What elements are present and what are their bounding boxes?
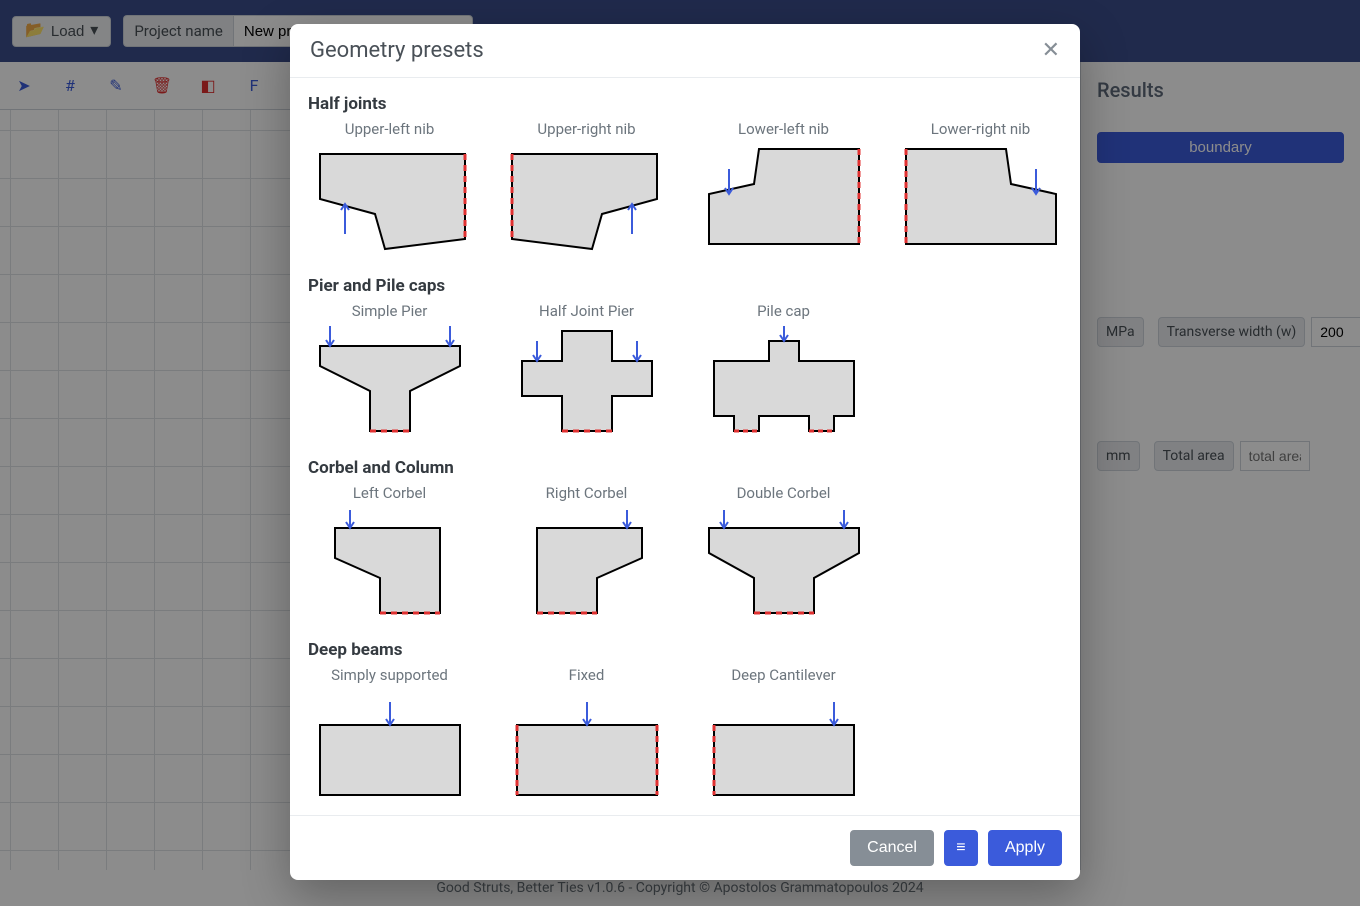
modal-body[interactable]: Half joints Upper-left nib Upper-rig [290, 78, 1080, 815]
preset-upper-right-nib[interactable]: Upper-right nib [505, 120, 668, 254]
align-button[interactable]: ≡ [944, 830, 978, 866]
preset-thumb-icon [704, 326, 864, 436]
geometry-presets-modal: Geometry presets ✕ Half joints Upper-lef… [290, 24, 1080, 880]
preset-thumb-icon [704, 508, 864, 618]
preset-grid-deep-beams: Simply supported Fixed [308, 666, 1062, 800]
preset-label: Half Joint Pier [539, 302, 634, 320]
section-title-corbel: Corbel and Column [308, 458, 1062, 478]
preset-label: Right Corbel [546, 484, 628, 502]
preset-thumb-icon [507, 326, 667, 436]
preset-label: Upper-right nib [537, 120, 635, 138]
preset-thumb-icon [310, 144, 470, 254]
preset-label: Fixed [569, 666, 605, 684]
cancel-button[interactable]: Cancel [850, 830, 934, 866]
preset-thumb-icon [507, 144, 667, 254]
preset-grid-half-joints: Upper-left nib Upper-right nib [308, 120, 1062, 254]
preset-double-corbel[interactable]: Double Corbel [702, 484, 865, 618]
preset-label: Simply supported [331, 666, 448, 684]
preset-lower-right-nib[interactable]: Lower-right nib [899, 120, 1062, 254]
preset-thumb-icon [901, 144, 1061, 254]
app-root: 📂 Load ▾ Project name ➤ # ✎ 🗑 ◧ F % Resu… [0, 0, 1360, 906]
preset-label: Deep Cantilever [731, 666, 835, 684]
preset-simple-pier[interactable]: Simple Pier [308, 302, 471, 436]
preset-label: Upper-left nib [345, 120, 435, 138]
preset-label: Pile cap [757, 302, 810, 320]
align-left-icon: ≡ [956, 839, 965, 857]
preset-right-corbel[interactable]: Right Corbel [505, 484, 668, 618]
preset-label: Simple Pier [352, 302, 428, 320]
preset-label: Double Corbel [737, 484, 831, 502]
preset-thumb-icon [704, 690, 864, 800]
preset-fixed[interactable]: Fixed [505, 666, 668, 800]
preset-thumb-icon [704, 144, 864, 254]
apply-button[interactable]: Apply [988, 830, 1062, 866]
modal-header: Geometry presets ✕ [290, 24, 1080, 78]
preset-lower-left-nib[interactable]: Lower-left nib [702, 120, 865, 254]
preset-thumb-icon [310, 508, 470, 618]
preset-upper-left-nib[interactable]: Upper-left nib [308, 120, 471, 254]
preset-thumb-icon [507, 508, 667, 618]
preset-thumb-icon [310, 690, 470, 800]
preset-grid-corbel: Left Corbel Right Corbel [308, 484, 1062, 618]
modal-footer: Cancel ≡ Apply [290, 815, 1080, 880]
section-title-half-joints: Half joints [308, 94, 1062, 114]
preset-deep-cantilever[interactable]: Deep Cantilever [702, 666, 865, 800]
modal-title: Geometry presets [310, 38, 484, 63]
preset-label: Lower-left nib [738, 120, 829, 138]
preset-half-joint-pier[interactable]: Half Joint Pier [505, 302, 668, 436]
preset-thumb-icon [507, 690, 667, 800]
preset-left-corbel[interactable]: Left Corbel [308, 484, 471, 618]
preset-label: Lower-right nib [931, 120, 1031, 138]
section-title-pier-pile: Pier and Pile caps [308, 276, 1062, 296]
preset-thumb-icon [310, 326, 470, 436]
preset-simply-supported[interactable]: Simply supported [308, 666, 471, 800]
close-icon[interactable]: ✕ [1042, 40, 1060, 62]
preset-label: Left Corbel [353, 484, 426, 502]
preset-grid-pier-pile: Simple Pier Half Joint Pier [308, 302, 1062, 436]
preset-pile-cap[interactable]: Pile cap [702, 302, 865, 436]
section-title-deep-beams: Deep beams [308, 640, 1062, 660]
